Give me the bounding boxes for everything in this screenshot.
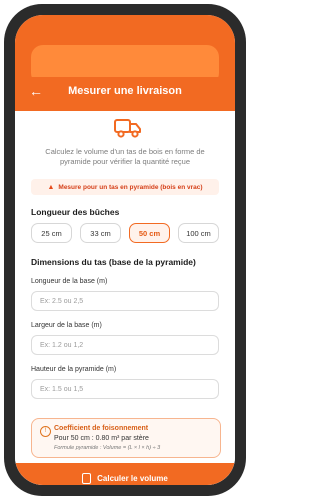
log-length-option-100[interactable]: 100 cm [178, 223, 219, 243]
info-icon: ! [40, 426, 51, 437]
dimensions-title: Dimensions du tas (base de la pyramide) [31, 257, 196, 267]
calculate-button[interactable]: Calculer le volume [15, 463, 235, 485]
log-length-option-25[interactable]: 25 cm [31, 223, 72, 243]
calculate-button-label: Calculer le volume [97, 473, 168, 483]
description-text: Calculez le volume d'un tas de bois en f… [45, 147, 205, 166]
truck-icon [114, 119, 141, 138]
log-length-option-50[interactable]: 50 cm [129, 223, 170, 243]
base-width-input[interactable]: Ex: 1.2 ou 1,2 [31, 335, 219, 355]
log-length-title: Longueur des bûches [31, 207, 120, 217]
info-title: Coefficient de foisonnement [54, 425, 149, 432]
base-length-label: Longueur de la base (m) [31, 278, 108, 285]
log-length-selector: 25 cm 33 cm 50 cm 100 cm [31, 223, 219, 243]
page-title: Mesurer une livraison [68, 85, 182, 97]
log-length-option-33[interactable]: 33 cm [80, 223, 121, 243]
content: Calculez le volume d'un tas de bois en f… [15, 111, 235, 485]
calculator-icon [82, 472, 92, 484]
pyramid-height-input[interactable]: Ex: 1.5 ou 1,5 [31, 379, 219, 399]
info-line: Pour 50 cm : 0.80 m³ par stère [54, 435, 149, 442]
app-header: ← Mesurer une livraison [15, 77, 235, 111]
phone-frame: ← Mesurer une livraison Calculez le volu… [4, 4, 246, 496]
phone-screen: ← Mesurer une livraison Calculez le volu… [15, 15, 235, 485]
info-formula: Formule pyramide : Volume = (L × l × h) … [54, 445, 161, 451]
pyramid-height-label: Hauteur de la pyramide (m) [31, 366, 117, 373]
base-length-input[interactable]: Ex: 2.5 ou 2,5 [31, 291, 219, 311]
warning-triangle-icon: ▲ [47, 183, 55, 191]
warning-banner: ▲ Mesure pour un tas en pyramide (bois e… [31, 179, 219, 195]
warning-text: Mesure pour un tas en pyramide (bois en … [58, 183, 203, 191]
info-card: ! Coefficient de foisonnement Pour 50 cm… [31, 418, 221, 458]
base-width-label: Largeur de la base (m) [31, 322, 102, 329]
